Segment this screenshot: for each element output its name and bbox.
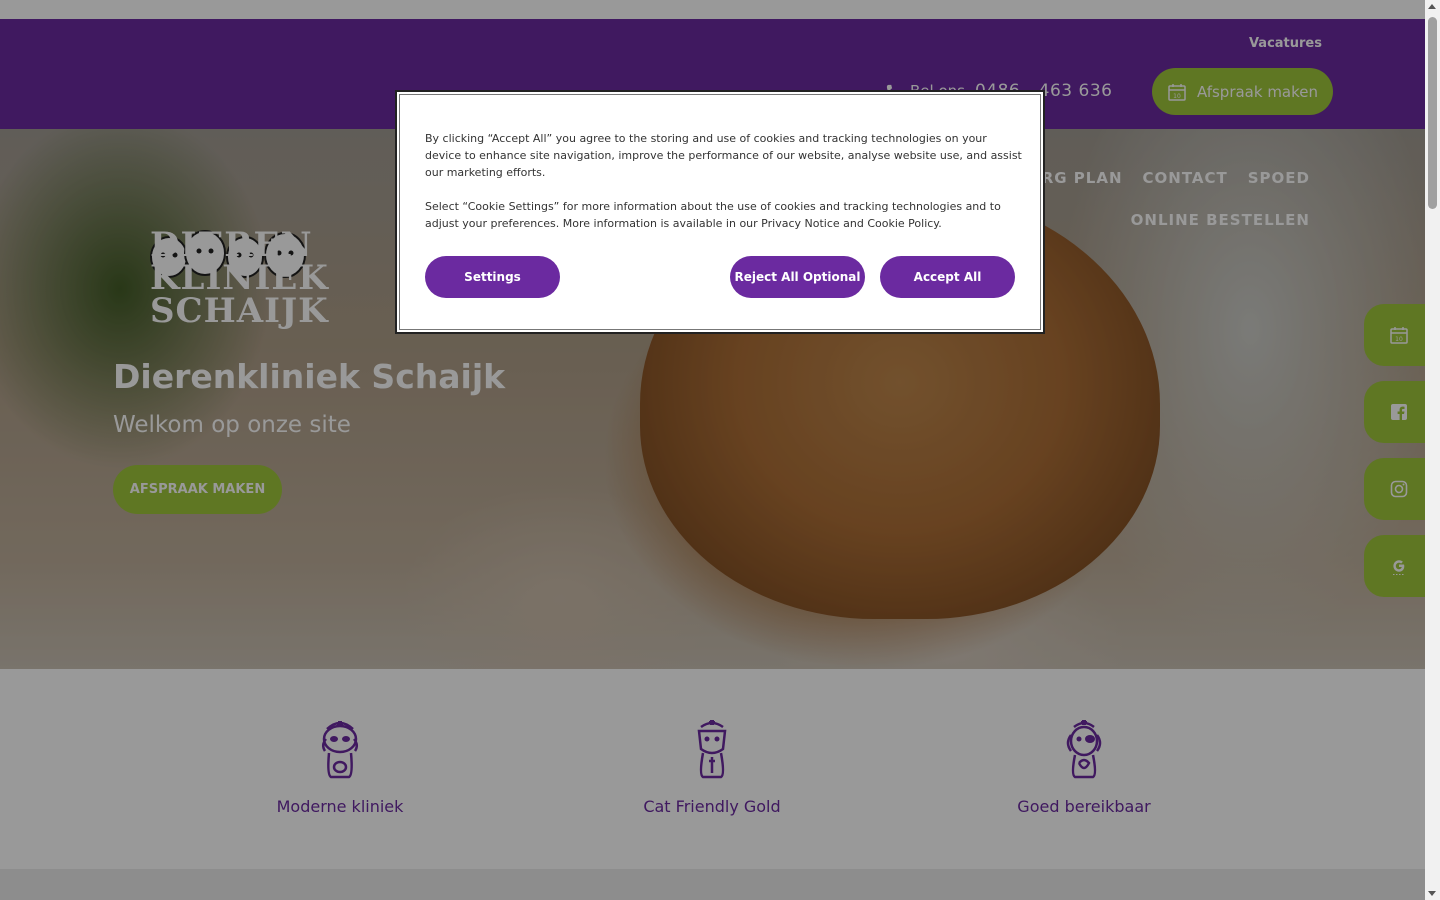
cookie-paragraph-1: By clicking “Accept All” you agree to th… (425, 132, 1022, 179)
page-scrollbar[interactable] (1425, 0, 1440, 900)
reject-all-optional-button[interactable]: Reject All Optional (730, 256, 865, 298)
cookie-text: By clicking “Accept All” you agree to th… (425, 130, 1025, 249)
cookie-paragraph-2: Select “Cookie Settings” for more inform… (425, 200, 1001, 230)
page: Vacatures Bel ons 0486 - 463 636 10 Afsp… (0, 0, 1425, 900)
cookie-settings-button[interactable]: Settings (425, 256, 560, 298)
accept-all-button[interactable]: Accept All (880, 256, 1015, 298)
scroll-up-arrow[interactable] (1428, 4, 1436, 9)
scroll-thumb[interactable] (1428, 17, 1437, 209)
scroll-down-arrow[interactable] (1428, 891, 1436, 896)
cookie-consent-dialog: By clicking “Accept All” you agree to th… (395, 90, 1045, 334)
